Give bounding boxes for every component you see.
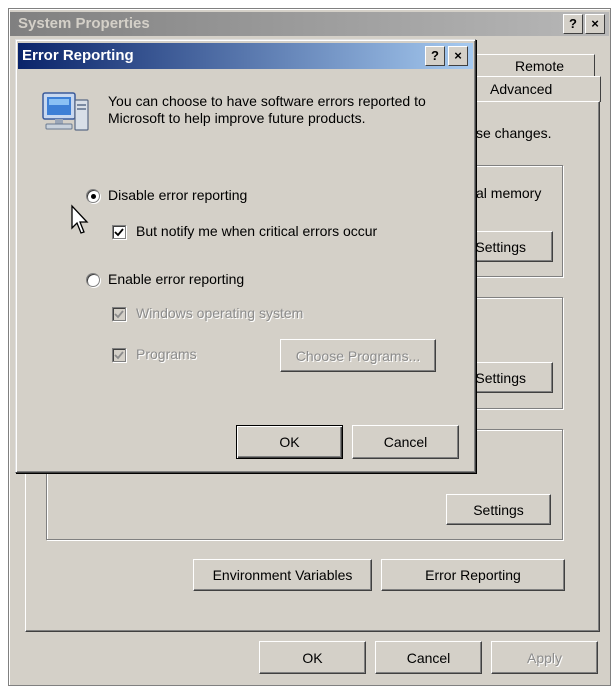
cancel-label: Cancel [406,649,451,666]
user-profiles-settings-label: Settings [475,369,526,386]
programs-checkbox[interactable] [112,348,126,362]
apply-label: Apply [526,649,563,666]
help-icon: ? [569,16,577,31]
startup-recovery-settings-label: Settings [473,501,524,518]
environment-variables-button[interactable]: Environment Variables [193,559,372,591]
error-reporting-label: Error Reporting [425,567,521,583]
radio-selected-dot [90,193,96,199]
help-button[interactable]: ? [563,14,583,34]
dialog-ok-label: OK [279,434,300,450]
cancel-button[interactable]: Cancel [375,641,482,674]
close-icon: × [454,48,462,63]
enable-radio[interactable] [86,273,100,287]
tab-remote[interactable]: Remote [474,54,595,78]
notify-checkbox[interactable] [112,225,126,239]
virtual-memory-partial-text: al memory [476,185,542,201]
apply-button[interactable]: Apply [491,641,598,674]
disable-radio[interactable] [86,189,100,203]
environment-variables-label: Environment Variables [212,567,353,583]
enable-radio-label[interactable]: Enable error reporting [108,271,244,287]
tab-remote-label: Remote [514,58,565,74]
notify-checkbox-label[interactable]: But notify me when critical errors occur [136,223,377,239]
disable-radio-label[interactable]: Disable error reporting [108,187,247,203]
checkmark-icon [114,228,124,237]
description-text: You can choose to have software errors r… [108,93,426,126]
close-button[interactable]: × [585,14,605,34]
performance-settings-label: Settings [475,238,526,255]
mouse-cursor-icon [70,204,92,236]
close-icon: × [591,16,599,31]
changes-partial-text: se changes. [476,125,552,141]
ok-button[interactable]: OK [259,641,366,674]
dialog-help-button[interactable]: ? [425,46,445,66]
computer-icon [40,90,92,136]
tab-advanced-label: Advanced [490,81,553,97]
error-reporting-titlebar[interactable]: Error Reporting [18,43,473,69]
error-reporting-button[interactable]: Error Reporting [381,559,565,591]
checkmark-icon [114,310,124,319]
dialog-cancel-button[interactable]: Cancel [352,425,459,459]
programs-label[interactable]: Programs [136,346,197,362]
tab-advanced[interactable]: Advanced [474,76,601,102]
ok-label: OK [302,649,323,666]
dialog-close-button[interactable]: × [448,46,468,66]
checkmark-icon [114,351,124,360]
windows-os-label[interactable]: Windows operating system [136,305,303,321]
dialog-ok-button[interactable]: OK [236,425,343,459]
choose-programs-button[interactable]: Choose Programs... [280,339,436,372]
windows-os-checkbox[interactable] [112,307,126,321]
startup-recovery-settings-button[interactable]: Settings [446,494,551,525]
window-title: System Properties [18,15,150,32]
dialog-title: Error Reporting [22,47,134,64]
choose-programs-label: Choose Programs... [295,347,421,364]
system-properties-titlebar[interactable]: System Properties [10,12,609,36]
dialog-cancel-label: Cancel [383,434,428,450]
help-icon: ? [431,48,439,63]
